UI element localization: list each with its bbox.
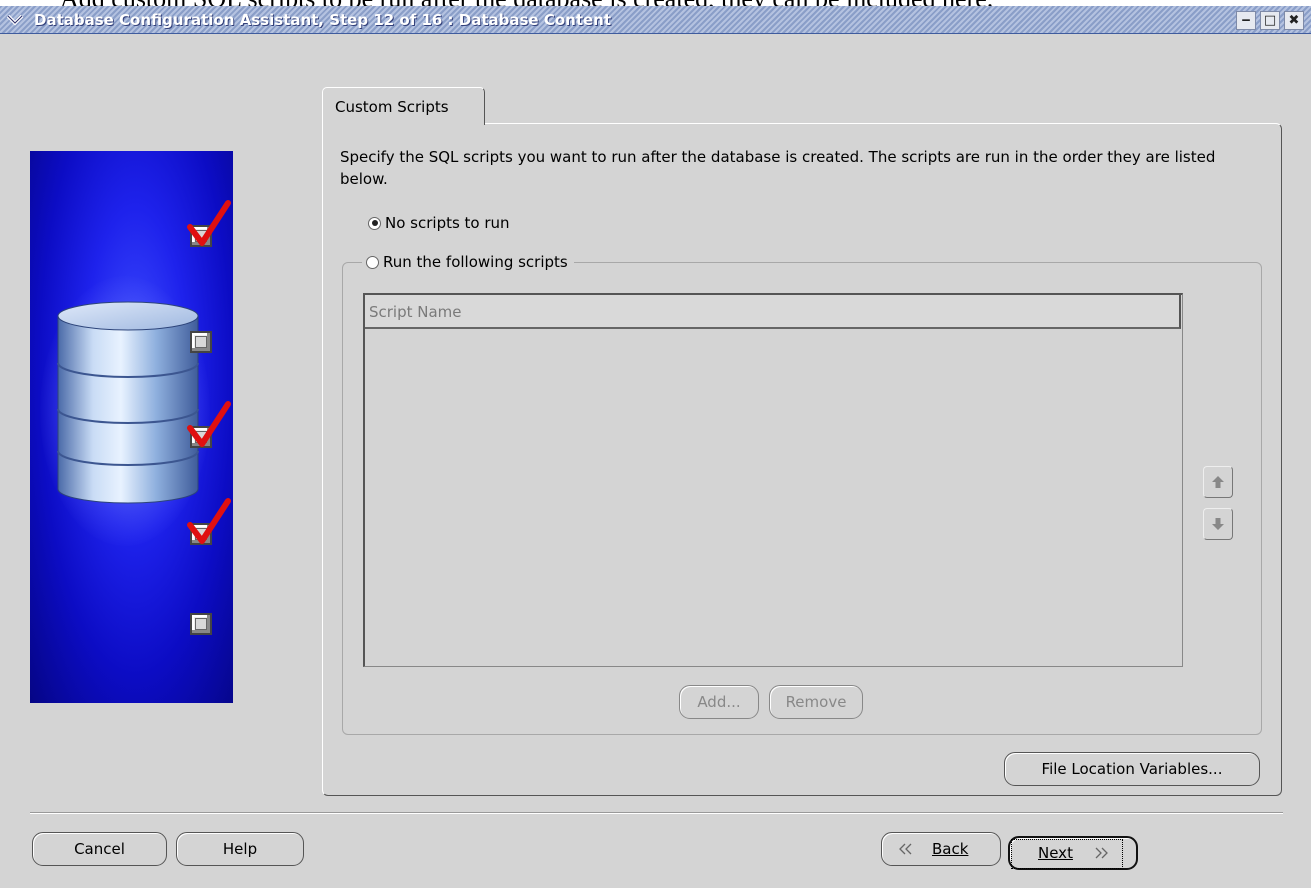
dbca-window: Database Configuration Assistant, Step 1… bbox=[0, 6, 1311, 888]
close-icon: ✖ bbox=[1288, 13, 1300, 28]
minimize-icon: ‒ bbox=[1241, 13, 1251, 28]
window-title: Database Configuration Assistant, Step 1… bbox=[34, 11, 612, 29]
no-scripts-label: No scripts to run bbox=[385, 214, 510, 232]
run-scripts-radio-icon[interactable] bbox=[366, 255, 379, 269]
maximize-icon: □ bbox=[1263, 13, 1277, 28]
maximize-button[interactable]: □ bbox=[1260, 11, 1280, 30]
close-button[interactable]: ✖ bbox=[1284, 11, 1304, 30]
window-menu-icon[interactable] bbox=[4, 9, 26, 31]
cancel-button[interactable]: Cancel bbox=[32, 832, 167, 866]
no-scripts-radio-icon[interactable] bbox=[368, 216, 381, 230]
move-up-button[interactable] bbox=[1203, 466, 1233, 498]
arrow-down-icon bbox=[1212, 518, 1224, 530]
back-button[interactable]: Back bbox=[881, 832, 1001, 866]
next-focus-ring bbox=[1011, 839, 1123, 869]
script-name-column-header[interactable]: Script Name bbox=[365, 295, 1181, 329]
run-scripts-label: Run the following scripts bbox=[383, 253, 568, 271]
wizard-progress-panel bbox=[30, 151, 233, 703]
scripts-table[interactable]: Script Name bbox=[363, 293, 1183, 667]
description-text: Specify the SQL scripts you want to run … bbox=[340, 148, 1216, 188]
tab-custom-scripts[interactable]: Custom Scripts bbox=[322, 87, 485, 125]
help-button[interactable]: Help bbox=[176, 832, 304, 866]
remove-button[interactable]: Remove bbox=[769, 685, 863, 719]
file-location-variables-button[interactable]: File Location Variables... bbox=[1004, 752, 1260, 786]
back-chevron-icon bbox=[899, 843, 912, 855]
minimize-button[interactable]: ‒ bbox=[1236, 11, 1256, 30]
title-bar[interactable]: Database Configuration Assistant, Step 1… bbox=[0, 6, 1311, 34]
tab-custom-scripts-label: Custom Scripts bbox=[335, 98, 449, 116]
step-2-checkbox-icon bbox=[190, 331, 212, 353]
run-scripts-radio[interactable]: Run the following scripts bbox=[362, 253, 574, 271]
footer-separator bbox=[30, 812, 1283, 814]
step-3-checkbox-icon bbox=[190, 426, 212, 448]
no-scripts-radio[interactable]: No scripts to run bbox=[368, 214, 510, 232]
move-down-button[interactable] bbox=[1203, 508, 1233, 540]
back-label: Back bbox=[932, 840, 969, 858]
step-5-checkbox-icon bbox=[190, 613, 212, 635]
arrow-up-icon bbox=[1212, 476, 1224, 488]
step-4-checkbox-icon bbox=[190, 523, 212, 545]
add-button[interactable]: Add... bbox=[679, 685, 759, 719]
step-1-checkbox-icon bbox=[190, 225, 212, 247]
